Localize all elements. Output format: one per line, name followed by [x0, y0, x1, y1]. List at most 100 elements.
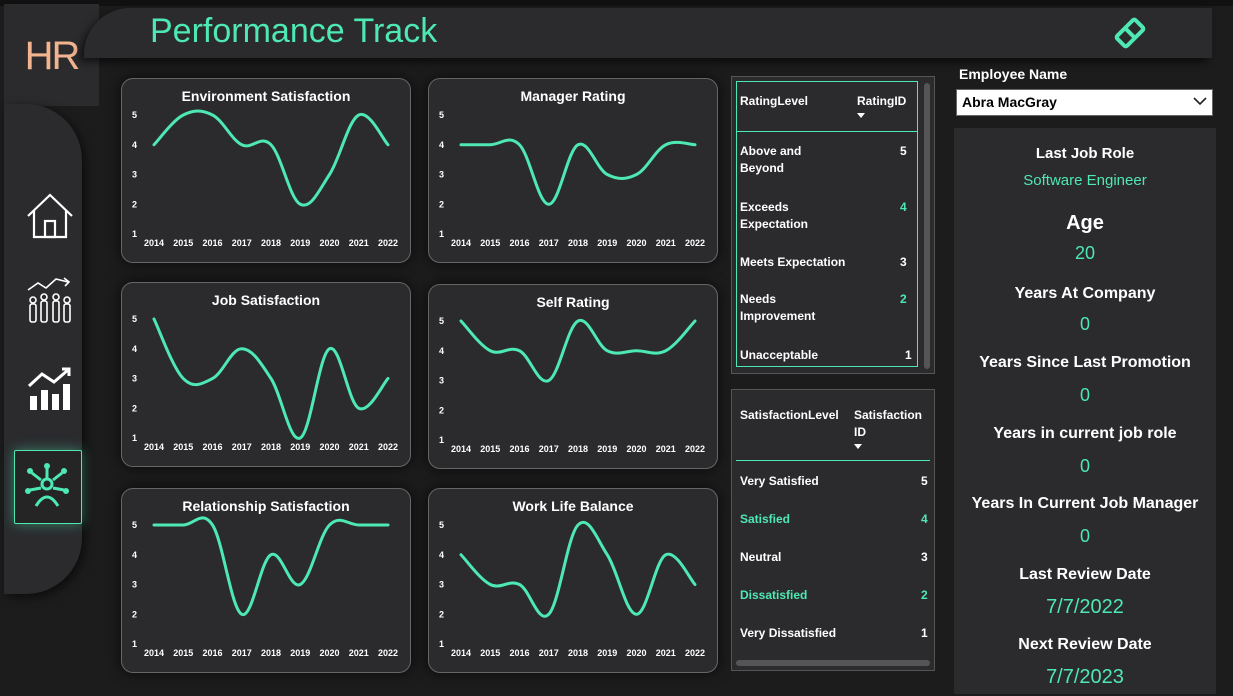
years-in-role-label: Years in current job role [993, 425, 1177, 442]
data-point[interactable] [487, 582, 493, 588]
data-point[interactable] [575, 142, 581, 148]
x-tick-label: 2016 [509, 648, 529, 658]
data-point[interactable] [692, 142, 698, 148]
data-point[interactable] [151, 316, 157, 322]
eraser-icon[interactable] [1112, 15, 1148, 51]
data-point[interactable] [385, 376, 391, 382]
data-point[interactable] [663, 552, 669, 558]
x-tick-label: 2021 [656, 238, 676, 248]
line-chart: 1 2 3 4 5 2014 2015 2016 2017 2018 2019 2020 2021 202… [132, 516, 398, 658]
top-strip [0, 0, 1233, 6]
x-tick-label: 2021 [656, 648, 676, 658]
data-point[interactable] [180, 112, 186, 118]
x-tick-label: 2019 [597, 648, 617, 658]
data-point[interactable] [546, 201, 552, 207]
data-point[interactable] [692, 582, 698, 588]
last-job-role-label: Last Job Role [1035, 145, 1135, 162]
data-point[interactable] [634, 172, 640, 178]
bar-chart-icon[interactable] [24, 362, 76, 414]
data-point[interactable] [487, 142, 493, 148]
data-point[interactable] [546, 611, 552, 617]
y-tick-label: 5 [439, 316, 444, 326]
data-point[interactable] [458, 552, 464, 558]
x-tick-label: 2022 [378, 238, 398, 248]
satisfaction-id-header[interactable]: Satisfaction ID [854, 407, 932, 449]
x-tick-label: 2022 [378, 648, 398, 658]
data-point[interactable] [517, 142, 523, 148]
x-tick-label: 2019 [290, 442, 310, 452]
rating-id-header[interactable]: RatingID [857, 93, 906, 118]
data-point[interactable] [385, 142, 391, 148]
y-tick-label: 2 [132, 403, 137, 413]
data-point[interactable] [575, 522, 581, 528]
data-point[interactable] [297, 582, 303, 588]
data-point[interactable] [458, 142, 464, 148]
data-point[interactable] [458, 318, 464, 324]
data-point[interactable] [210, 376, 216, 382]
data-point[interactable] [210, 522, 216, 528]
rating-table-scrollbar[interactable] [924, 83, 930, 369]
data-point[interactable] [239, 611, 245, 617]
data-point[interactable] [356, 522, 362, 528]
data-point[interactable] [692, 318, 698, 324]
satisfaction-level-header[interactable]: SatisfactionLevel [740, 407, 839, 424]
data-point[interactable] [575, 318, 581, 324]
years-since-promotion-value: 0 [1079, 385, 1090, 405]
data-point[interactable] [180, 376, 186, 382]
data-point[interactable] [151, 142, 157, 148]
data-point[interactable] [151, 522, 157, 528]
x-tick-label: 2018 [261, 442, 281, 452]
series-line [459, 138, 697, 206]
data-point[interactable] [180, 522, 186, 528]
data-point[interactable] [517, 348, 523, 354]
x-tick-label: 2016 [202, 648, 222, 658]
data-point[interactable] [385, 522, 391, 528]
employee-name-dropdown[interactable]: Abra MacGray [956, 89, 1213, 116]
x-tick-label: 2022 [378, 442, 398, 452]
people-growth-icon[interactable] [24, 274, 76, 326]
data-point[interactable] [297, 435, 303, 441]
data-point[interactable] [634, 348, 640, 354]
data-point[interactable] [356, 405, 362, 411]
data-point[interactable] [487, 348, 493, 354]
data-point[interactable] [239, 346, 245, 352]
x-tick-label: 2021 [349, 238, 369, 248]
y-tick-label: 1 [132, 433, 137, 443]
chevron-down-icon[interactable] [1193, 96, 1207, 106]
network-icon[interactable] [21, 460, 73, 512]
data-point[interactable] [327, 346, 333, 352]
data-point[interactable] [546, 378, 552, 384]
x-tick-label: 2017 [232, 238, 252, 248]
x-tick-label: 2020 [319, 238, 339, 248]
satisfaction-table-scrollbar[interactable] [736, 660, 930, 666]
data-point[interactable] [268, 376, 274, 382]
data-point[interactable] [356, 112, 362, 118]
y-tick-label: 4 [439, 140, 444, 150]
data-point[interactable] [604, 172, 610, 178]
data-point[interactable] [663, 348, 669, 354]
data-point[interactable] [239, 142, 245, 148]
data-point[interactable] [634, 611, 640, 617]
x-tick-label: 2017 [539, 238, 559, 248]
data-point[interactable] [297, 201, 303, 207]
rating-level-header[interactable]: RatingLevel [740, 93, 808, 110]
chart-card: Relationship Satisfaction 1 2 3 4 5 2014 2015 2… [121, 488, 411, 673]
data-point[interactable] [268, 142, 274, 148]
series-line [459, 319, 697, 383]
age-label: Age [1066, 212, 1104, 234]
data-point[interactable] [210, 112, 216, 118]
data-point[interactable] [663, 142, 669, 148]
x-tick-label: 2014 [451, 238, 471, 248]
data-point[interactable] [604, 348, 610, 354]
y-tick-label: 2 [439, 405, 444, 415]
x-tick-label: 2018 [261, 238, 281, 248]
rating-id-cell: 2 [900, 292, 907, 306]
data-point[interactable] [327, 172, 333, 178]
y-tick-label: 5 [439, 110, 444, 120]
data-point[interactable] [517, 582, 523, 588]
y-tick-label: 2 [439, 199, 444, 209]
data-point[interactable] [268, 552, 274, 558]
data-point[interactable] [327, 522, 333, 528]
home-icon[interactable] [24, 190, 76, 242]
data-point[interactable] [604, 552, 610, 558]
